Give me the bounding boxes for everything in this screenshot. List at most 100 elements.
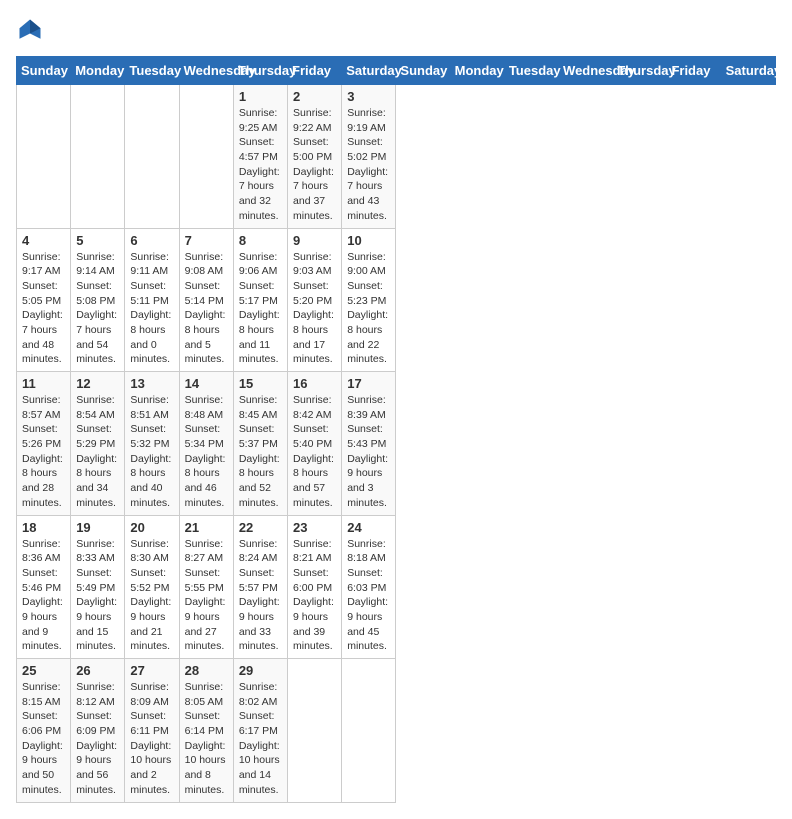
day-detail: Sunrise: 9:14 AM Sunset: 5:08 PM Dayligh… [76, 250, 119, 368]
day-number: 25 [22, 663, 65, 678]
calendar-cell: 16 Sunrise: 8:42 AM Sunset: 5:40 PM Dayli… [288, 372, 342, 516]
calendar-week-5: 25 Sunrise: 8:15 AM Sunset: 6:06 PM Dayli… [17, 659, 776, 803]
calendar-cell: 2Sunrise: 9:22 AM Sunset: 5:00 PM Daylig… [288, 85, 342, 229]
day-number: 16 [293, 376, 336, 391]
day-header-tuesday: Tuesday [504, 57, 558, 85]
day-number: 14 [185, 376, 228, 391]
day-number: 22 [239, 520, 282, 535]
day-number: 29 [239, 663, 282, 678]
day-detail: Sunrise: 8:27 AM Sunset: 5:55 PM Dayligh… [185, 537, 228, 655]
calendar-week-1: 1Sunrise: 9:25 AM Sunset: 4:57 PM Daylig… [17, 85, 776, 229]
day-detail: Sunrise: 8:24 AM Sunset: 5:57 PM Dayligh… [239, 537, 282, 655]
calendar-cell: 3Sunrise: 9:19 AM Sunset: 5:02 PM Daylig… [342, 85, 396, 229]
day-detail: Sunrise: 8:33 AM Sunset: 5:49 PM Dayligh… [76, 537, 119, 655]
day-detail: Sunrise: 9:03 AM Sunset: 5:20 PM Dayligh… [293, 250, 336, 368]
day-detail: Sunrise: 8:42 AM Sunset: 5:40 PM Dayligh… [293, 393, 336, 511]
day-detail: Sunrise: 9:11 AM Sunset: 5:11 PM Dayligh… [130, 250, 173, 368]
day-header-thursday: Thursday [233, 57, 287, 85]
day-number: 19 [76, 520, 119, 535]
day-header-sunday: Sunday [17, 57, 71, 85]
day-header-tuesday: Tuesday [125, 57, 179, 85]
calendar-cell: 20 Sunrise: 8:30 AM Sunset: 5:52 PM Dayli… [125, 515, 179, 659]
calendar-cell: 6 Sunrise: 9:11 AM Sunset: 5:11 PM Daylig… [125, 228, 179, 372]
day-detail: Sunrise: 9:00 AM Sunset: 5:23 PM Dayligh… [347, 250, 390, 368]
day-detail: Sunrise: 8:51 AM Sunset: 5:32 PM Dayligh… [130, 393, 173, 511]
day-header-saturday: Saturday [721, 57, 775, 85]
calendar-cell: 17 Sunrise: 8:39 AM Sunset: 5:43 PM Dayli… [342, 372, 396, 516]
calendar-cell: 5 Sunrise: 9:14 AM Sunset: 5:08 PM Daylig… [71, 228, 125, 372]
calendar-cell: 25 Sunrise: 8:15 AM Sunset: 6:06 PM Dayli… [17, 659, 71, 803]
day-header-friday: Friday [288, 57, 342, 85]
day-header-friday: Friday [667, 57, 721, 85]
calendar-cell: 14 Sunrise: 8:48 AM Sunset: 5:34 PM Dayli… [179, 372, 233, 516]
day-detail: Sunrise: 8:57 AM Sunset: 5:26 PM Dayligh… [22, 393, 65, 511]
calendar-cell: 8 Sunrise: 9:06 AM Sunset: 5:17 PM Daylig… [233, 228, 287, 372]
day-number: 4 [22, 233, 65, 248]
day-detail: Sunrise: 8:54 AM Sunset: 5:29 PM Dayligh… [76, 393, 119, 511]
calendar-cell [71, 85, 125, 229]
day-detail: Sunrise: 8:18 AM Sunset: 6:03 PM Dayligh… [347, 537, 390, 655]
day-number: 15 [239, 376, 282, 391]
calendar-cell: 23 Sunrise: 8:21 AM Sunset: 6:00 PM Dayli… [288, 515, 342, 659]
calendar-table: SundayMondayTuesdayWednesdayThursdayFrid… [16, 56, 776, 803]
calendar-week-3: 11 Sunrise: 8:57 AM Sunset: 5:26 PM Dayli… [17, 372, 776, 516]
day-number: 6 [130, 233, 173, 248]
calendar-cell: 11 Sunrise: 8:57 AM Sunset: 5:26 PM Dayli… [17, 372, 71, 516]
day-detail: Sunrise: 9:06 AM Sunset: 5:17 PM Dayligh… [239, 250, 282, 368]
calendar-cell: 26 Sunrise: 8:12 AM Sunset: 6:09 PM Dayli… [71, 659, 125, 803]
day-header-sunday: Sunday [396, 57, 450, 85]
day-header-monday: Monday [71, 57, 125, 85]
day-header-wednesday: Wednesday [559, 57, 613, 85]
calendar-cell: 1Sunrise: 9:25 AM Sunset: 4:57 PM Daylig… [233, 85, 287, 229]
page-header [16, 16, 776, 44]
calendar-cell [179, 85, 233, 229]
day-detail: Sunrise: 9:17 AM Sunset: 5:05 PM Dayligh… [22, 250, 65, 368]
day-header-saturday: Saturday [342, 57, 396, 85]
day-detail: Sunrise: 8:05 AM Sunset: 6:14 PM Dayligh… [185, 680, 228, 798]
day-number: 5 [76, 233, 119, 248]
day-header-wednesday: Wednesday [179, 57, 233, 85]
day-detail: Sunrise: 8:30 AM Sunset: 5:52 PM Dayligh… [130, 537, 173, 655]
calendar-cell: 13Sunrise: 8:51 AM Sunset: 5:32 PM Dayli… [125, 372, 179, 516]
day-number: 18 [22, 520, 65, 535]
day-detail: Sunrise: 9:08 AM Sunset: 5:14 PM Dayligh… [185, 250, 228, 368]
day-number: 1 [239, 89, 282, 104]
day-number: 26 [76, 663, 119, 678]
day-number: 28 [185, 663, 228, 678]
day-number: 7 [185, 233, 228, 248]
day-detail: Sunrise: 8:15 AM Sunset: 6:06 PM Dayligh… [22, 680, 65, 798]
day-detail: Sunrise: 8:45 AM Sunset: 5:37 PM Dayligh… [239, 393, 282, 511]
day-detail: Sunrise: 8:02 AM Sunset: 6:17 PM Dayligh… [239, 680, 282, 798]
day-header-thursday: Thursday [613, 57, 667, 85]
calendar-cell: 18 Sunrise: 8:36 AM Sunset: 5:46 PM Dayli… [17, 515, 71, 659]
header-row: SundayMondayTuesdayWednesdayThursdayFrid… [17, 57, 776, 85]
day-number: 8 [239, 233, 282, 248]
calendar-cell: 24 Sunrise: 8:18 AM Sunset: 6:03 PM Dayli… [342, 515, 396, 659]
day-number: 17 [347, 376, 390, 391]
calendar-cell: 28 Sunrise: 8:05 AM Sunset: 6:14 PM Dayli… [179, 659, 233, 803]
day-number: 20 [130, 520, 173, 535]
calendar-cell: 29 Sunrise: 8:02 AM Sunset: 6:17 PM Dayli… [233, 659, 287, 803]
day-number: 11 [22, 376, 65, 391]
day-number: 12 [76, 376, 119, 391]
day-detail: Sunrise: 8:36 AM Sunset: 5:46 PM Dayligh… [22, 537, 65, 655]
day-number: 27 [130, 663, 173, 678]
day-detail: Sunrise: 8:39 AM Sunset: 5:43 PM Dayligh… [347, 393, 390, 511]
day-detail: Sunrise: 9:22 AM Sunset: 5:00 PM Dayligh… [293, 106, 336, 224]
day-number: 10 [347, 233, 390, 248]
calendar-cell: 19 Sunrise: 8:33 AM Sunset: 5:49 PM Dayli… [71, 515, 125, 659]
day-detail: Sunrise: 8:12 AM Sunset: 6:09 PM Dayligh… [76, 680, 119, 798]
logo-icon [16, 16, 44, 44]
day-detail: Sunrise: 8:48 AM Sunset: 5:34 PM Dayligh… [185, 393, 228, 511]
day-detail: Sunrise: 8:21 AM Sunset: 6:00 PM Dayligh… [293, 537, 336, 655]
calendar-cell [288, 659, 342, 803]
calendar-cell: 9Sunrise: 9:03 AM Sunset: 5:20 PM Daylig… [288, 228, 342, 372]
calendar-week-2: 4 Sunrise: 9:17 AM Sunset: 5:05 PM Daylig… [17, 228, 776, 372]
day-number: 24 [347, 520, 390, 535]
calendar-week-4: 18 Sunrise: 8:36 AM Sunset: 5:46 PM Dayli… [17, 515, 776, 659]
calendar-cell: 21Sunrise: 8:27 AM Sunset: 5:55 PM Dayli… [179, 515, 233, 659]
calendar-cell: 12 Sunrise: 8:54 AM Sunset: 5:29 PM Dayli… [71, 372, 125, 516]
day-header-monday: Monday [450, 57, 504, 85]
day-number: 23 [293, 520, 336, 535]
calendar-cell: 22 Sunrise: 8:24 AM Sunset: 5:57 PM Dayli… [233, 515, 287, 659]
